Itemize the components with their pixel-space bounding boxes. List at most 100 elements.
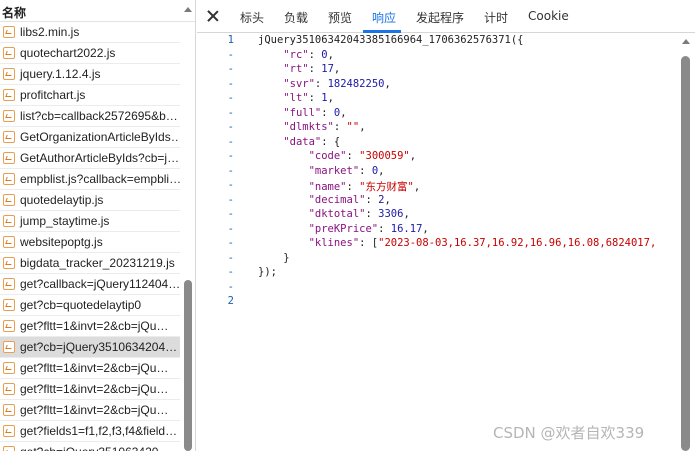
- request-row[interactable]: GetOrganizationArticleByIds…: [0, 127, 180, 148]
- request-row[interactable]: GetAuthorArticleByIds?cb=j…: [0, 148, 180, 169]
- request-row[interactable]: jquery.1.12.4.js: [0, 64, 180, 85]
- line-number: -: [227, 251, 234, 264]
- script-file-icon: [3, 404, 15, 416]
- code-line: "rt": 17,: [283, 63, 341, 75]
- line-number: -: [227, 208, 234, 220]
- code-line: "data": {: [283, 135, 341, 148]
- tab-payload[interactable]: 负载: [284, 9, 308, 26]
- request-row[interactable]: get?cb=jQuery351063420…: [0, 442, 180, 451]
- scrollbar-thumb[interactable]: [184, 280, 192, 451]
- script-file-icon: [3, 26, 15, 38]
- watermark: CSDN @欢者自欢339: [493, 424, 645, 442]
- request-name: get?fltt=1&invt=2&cb=jQu…: [20, 382, 169, 396]
- script-file-icon: [3, 278, 15, 290]
- code-line: "lt": 1,: [283, 92, 334, 104]
- request-row[interactable]: list?cb=callback2572695&b…: [0, 106, 180, 127]
- script-file-icon: [3, 152, 15, 164]
- request-name: jquery.1.12.4.js: [20, 67, 101, 81]
- line-number: -: [227, 150, 234, 162]
- request-name: GetAuthorArticleByIds?cb=j…: [20, 151, 180, 165]
- request-row[interactable]: get?cb=quotedelaytip0: [0, 295, 180, 316]
- request-name: get?cb=jQuery351063420…: [20, 445, 170, 451]
- request-name: get?callback=jQuery112404…: [20, 277, 180, 291]
- request-row[interactable]: empblist.js?callback=empbli…: [0, 169, 180, 190]
- line-number: -: [227, 106, 234, 119]
- request-name: GetOrganizationArticleByIds…: [20, 130, 180, 144]
- code-line: });: [258, 266, 277, 278]
- line-number: -: [227, 193, 234, 206]
- code-line: "market": 0,: [308, 164, 385, 177]
- script-file-icon: [3, 68, 15, 80]
- code-line: "decimal": 2,: [308, 193, 391, 206]
- code-line: "full": 0,: [283, 106, 347, 119]
- request-row[interactable]: get?fltt=1&invt=2&cb=jQu…: [0, 400, 180, 421]
- line-number: -: [227, 266, 234, 278]
- request-row[interactable]: websitepoptg.js: [0, 232, 180, 253]
- line-number: -: [227, 280, 234, 293]
- tab-initiator[interactable]: 发起程序: [416, 9, 464, 26]
- script-file-icon: [3, 425, 15, 437]
- request-row[interactable]: jump_staytime.js: [0, 211, 180, 232]
- script-file-icon: [3, 110, 15, 122]
- line-number: -: [227, 222, 234, 235]
- line-number: 1: [227, 34, 234, 46]
- response-body[interactable]: 1 - - - - - - - - - - - - - - - - - 2 jQuery35106342043385…: [197, 34, 677, 451]
- request-row[interactable]: bigdata_tracker_20231219.js: [0, 253, 180, 274]
- scroll-up-arrow-icon[interactable]: [682, 39, 690, 44]
- line-number: -: [227, 92, 234, 104]
- response-panel: 标头 负载 预览 响应 发起程序 计时 Cookie 1 - - - - - - - - - - - -…: [197, 0, 695, 451]
- request-name: get?fltt=1&invt=2&cb=jQu…: [20, 319, 169, 333]
- line-number: -: [227, 63, 234, 75]
- request-row[interactable]: quotedelaytip.js: [0, 190, 180, 211]
- line-number: -: [227, 179, 234, 191]
- code-line: "code": "300059",: [308, 150, 417, 162]
- code-line: }: [258, 251, 290, 264]
- code-line: "rc": 0,: [283, 48, 334, 61]
- response-scrollbar[interactable]: [679, 34, 693, 451]
- script-file-icon: [3, 320, 15, 332]
- request-list-scrollbar[interactable]: [184, 22, 192, 451]
- tab-preview[interactable]: 预览: [328, 9, 352, 26]
- name-column-header[interactable]: 名称: [2, 4, 26, 21]
- code-line: "dlmkts": "",: [283, 121, 366, 133]
- code-line: jQuery35106342043385166964_1706362576371…: [258, 34, 524, 46]
- line-number: -: [227, 135, 234, 148]
- request-name: list?cb=callback2572695&b…: [20, 109, 178, 123]
- request-row[interactable]: get?fields1=f1,f2,f3,f4&field…: [0, 421, 180, 442]
- script-file-icon: [3, 383, 15, 395]
- code-line: "name": "东方财富",: [308, 181, 421, 193]
- script-file-icon: [3, 47, 15, 59]
- script-file-icon: [3, 341, 15, 353]
- close-icon[interactable]: [205, 8, 221, 24]
- code-line: "dktotal": 3306,: [308, 208, 410, 220]
- request-row[interactable]: get?cb=jQuery3510634204…: [0, 337, 180, 358]
- request-name: jump_staytime.js: [20, 214, 110, 228]
- request-name: profitchart.js: [20, 88, 86, 102]
- line-number: -: [227, 237, 234, 249]
- request-row[interactable]: get?fltt=1&invt=2&cb=jQu…: [0, 358, 180, 379]
- script-file-icon: [3, 89, 15, 101]
- active-tab-indicator: [363, 30, 401, 33]
- tab-response[interactable]: 响应: [372, 9, 396, 26]
- request-row[interactable]: get?fltt=1&invt=2&cb=jQu…: [0, 316, 180, 337]
- request-name: get?cb=quotedelaytip0: [20, 298, 142, 312]
- request-row[interactable]: libs2.min.js: [0, 22, 180, 43]
- scrollbar-thumb[interactable]: [681, 56, 690, 451]
- request-row[interactable]: get?callback=jQuery112404…: [0, 274, 180, 295]
- tab-timing[interactable]: 计时: [484, 9, 508, 26]
- list-header[interactable]: 名称: [0, 0, 195, 22]
- request-row[interactable]: get?fltt=1&invt=2&cb=jQu…: [0, 379, 180, 400]
- tab-headers[interactable]: 标头: [240, 9, 264, 26]
- tab-cookies[interactable]: Cookie: [528, 9, 569, 23]
- request-row[interactable]: profitchart.js: [0, 85, 180, 106]
- code-line: "svr": 182482250,: [283, 77, 391, 90]
- request-name: libs2.min.js: [20, 25, 80, 39]
- line-number: -: [227, 121, 234, 133]
- detail-tabbar: 标头 负载 预览 响应 发起程序 计时 Cookie: [197, 0, 695, 33]
- request-row[interactable]: quotechart2022.js: [0, 43, 180, 64]
- request-rows: libs2.min.js quotechart2022.js jquery.1.12…: [0, 22, 180, 451]
- script-file-icon: [3, 173, 15, 185]
- sort-ascending-icon[interactable]: [184, 7, 192, 12]
- script-file-icon: [3, 194, 15, 206]
- script-file-icon: [3, 257, 15, 269]
